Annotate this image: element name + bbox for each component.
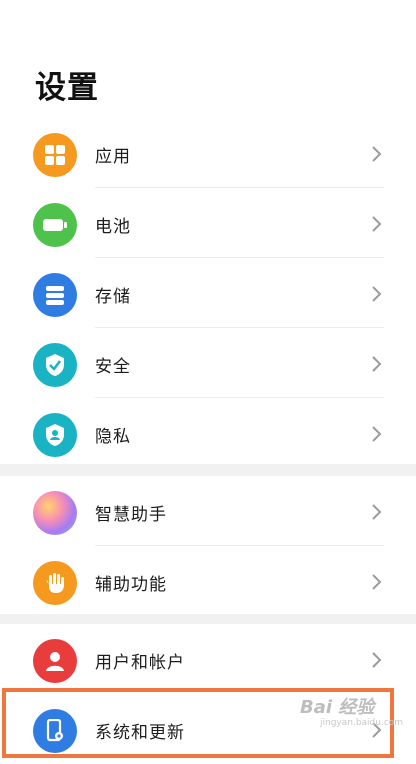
settings-group-2: 智慧助手 辅助功能 xyxy=(0,476,416,616)
settings-item-apps[interactable]: 应用 xyxy=(0,118,416,188)
chevron-right-icon xyxy=(372,574,382,590)
chevron-right-icon xyxy=(372,216,382,232)
settings-item-label: 电池 xyxy=(95,217,131,237)
shield-check-icon xyxy=(33,343,77,387)
settings-item-label: 智慧助手 xyxy=(95,505,167,525)
watermark: Bai 经验 xyxy=(300,697,375,718)
privacy-shield-icon xyxy=(33,413,77,457)
settings-group-1: 应用 电池 存储 安全 隐私 xyxy=(0,118,416,468)
storage-icon xyxy=(33,273,77,317)
smart-assistant-icon xyxy=(33,491,77,535)
settings-item-label: 隐私 xyxy=(95,427,131,447)
chevron-right-icon xyxy=(372,426,382,442)
settings-item-label: 辅助功能 xyxy=(95,575,167,595)
hand-icon xyxy=(33,561,77,605)
battery-icon xyxy=(33,203,77,247)
settings-item-battery[interactable]: 电池 xyxy=(0,188,416,258)
chevron-right-icon xyxy=(372,286,382,302)
chevron-right-icon xyxy=(372,504,382,520)
settings-item-label: 应用 xyxy=(95,147,131,167)
chevron-right-icon xyxy=(372,356,382,372)
settings-item-privacy[interactable]: 隐私 xyxy=(0,398,416,468)
chevron-right-icon xyxy=(372,146,382,162)
watermark-url: jingyan.baidu.com xyxy=(320,718,404,728)
settings-item-accessibility[interactable]: 辅助功能 xyxy=(0,546,416,616)
settings-item-security[interactable]: 安全 xyxy=(0,328,416,398)
settings-item-label: 用户和帐户 xyxy=(95,653,185,673)
settings-item-label: 存储 xyxy=(95,287,131,307)
settings-item-users-accounts[interactable]: 用户和帐户 xyxy=(0,624,416,694)
page-title: 设置 xyxy=(35,70,99,106)
section-spacer xyxy=(0,464,416,476)
user-icon xyxy=(33,639,77,683)
settings-item-storage[interactable]: 存储 xyxy=(0,258,416,328)
chevron-right-icon xyxy=(372,652,382,668)
settings-item-label: 安全 xyxy=(95,357,131,377)
apps-icon xyxy=(33,133,77,177)
settings-item-smart-assistant[interactable]: 智慧助手 xyxy=(0,476,416,546)
